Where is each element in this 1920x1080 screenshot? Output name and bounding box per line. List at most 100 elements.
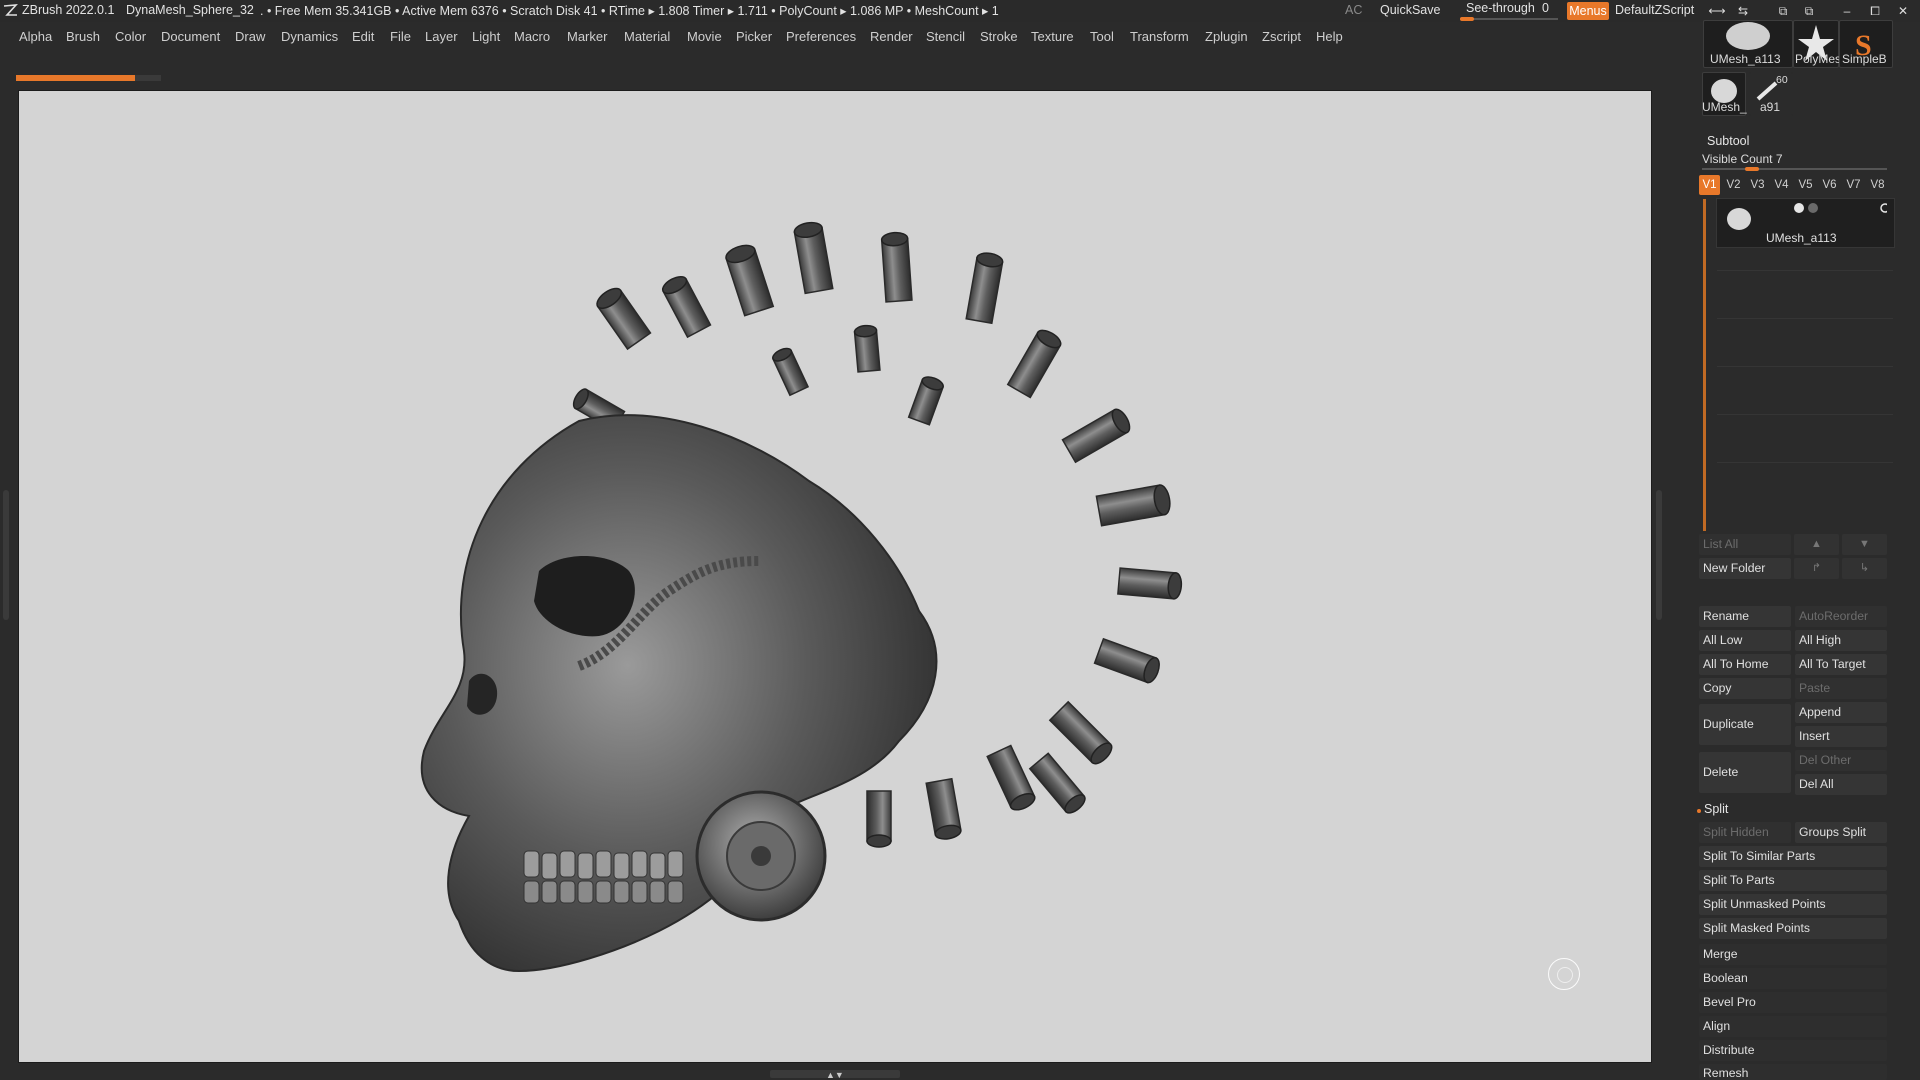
menu-brush[interactable]: Brush [66, 29, 100, 44]
menu-layer[interactable]: Layer [425, 29, 458, 44]
boolean-panel-button[interactable]: Boolean [1699, 968, 1887, 989]
delete-button[interactable]: Delete [1699, 752, 1791, 793]
menu-material[interactable]: Material [624, 29, 670, 44]
menu-edit[interactable]: Edit [352, 29, 374, 44]
tooth [541, 880, 558, 904]
del-all-button[interactable]: Del All [1795, 774, 1887, 795]
layout-icon-1[interactable]: ⟷ [1708, 2, 1726, 20]
tab-v1[interactable]: V1 [1699, 175, 1720, 195]
stats-readout: . • Free Mem 35.341GB • Active Mem 6376 … [260, 4, 999, 18]
gizmo-icon[interactable] [1548, 958, 1580, 990]
all-to-home-button[interactable]: All To Home [1699, 654, 1791, 675]
move-up-icon[interactable]: ▲ [1794, 534, 1839, 555]
left-tray-grip[interactable] [3, 490, 9, 620]
groups-split-button[interactable]: Groups Split [1795, 822, 1887, 843]
menus-toggle-button[interactable]: Menus [1567, 2, 1609, 20]
menu-transform[interactable]: Transform [1130, 29, 1189, 44]
menu-texture[interactable]: Texture [1031, 29, 1074, 44]
append-button[interactable]: Append [1795, 702, 1887, 723]
rename-button[interactable]: Rename [1699, 606, 1791, 627]
list-all-button[interactable]: List All [1699, 534, 1791, 555]
tab-v6[interactable]: V6 [1819, 175, 1840, 195]
paste-button[interactable]: Paste [1795, 678, 1887, 699]
menu-render[interactable]: Render [870, 29, 913, 44]
menu-stroke[interactable]: Stroke [980, 29, 1018, 44]
menu-zplugin[interactable]: Zplugin [1205, 29, 1248, 44]
menu-macro[interactable]: Macro [514, 29, 550, 44]
tab-v8[interactable]: V8 [1867, 175, 1888, 195]
folder-in-icon[interactable]: ↳ [1842, 558, 1887, 579]
seethrough-slider-handle[interactable] [1460, 17, 1474, 21]
duplicate-button[interactable]: Duplicate [1699, 704, 1791, 745]
remesh-panel-button[interactable]: Remesh [1699, 1064, 1887, 1080]
menu-help[interactable]: Help [1316, 29, 1343, 44]
default-zscript-button[interactable]: DefaultZScript [1615, 3, 1694, 17]
bottom-tray-arrow-icon[interactable]: ▲▼ [826, 1070, 844, 1080]
all-to-target-button[interactable]: All To Target [1795, 654, 1887, 675]
quicksave-button[interactable]: QuickSave [1380, 3, 1440, 17]
menu-light[interactable]: Light [472, 29, 500, 44]
menu-color[interactable]: Color [115, 29, 146, 44]
visible-count-slider-handle[interactable] [1745, 167, 1759, 171]
copy-button[interactable]: Copy [1699, 678, 1791, 699]
distribute-panel-button[interactable]: Distribute [1699, 1040, 1887, 1061]
split-hidden-button[interactable]: Split Hidden [1699, 822, 1791, 843]
right-tray-grip[interactable] [1656, 490, 1662, 620]
bolt-cylinder [772, 347, 810, 397]
insert-button[interactable]: Insert [1795, 726, 1887, 747]
new-folder-button[interactable]: New Folder [1699, 558, 1791, 579]
layout-icon-4[interactable]: ⧉ [1800, 2, 1818, 20]
sculpt-model[interactable] [19, 91, 1651, 1062]
ac-toggle[interactable]: AC [1345, 3, 1362, 17]
restore-icon[interactable]: ⧠ [1866, 2, 1884, 20]
menu-marker[interactable]: Marker [567, 29, 607, 44]
menu-zscript[interactable]: Zscript [1262, 29, 1301, 44]
tab-v4[interactable]: V4 [1771, 175, 1792, 195]
seethrough-value: 0 [1542, 1, 1549, 15]
menu-movie[interactable]: Movie [687, 29, 722, 44]
tooth [523, 850, 540, 878]
menu-stencil[interactable]: Stencil [926, 29, 965, 44]
split-to-parts-button[interactable]: Split To Parts [1699, 870, 1887, 891]
close-icon[interactable]: ✕ [1894, 2, 1912, 20]
all-high-button[interactable]: All High [1795, 630, 1887, 651]
folder-out-icon[interactable]: ↱ [1794, 558, 1839, 579]
minimize-icon[interactable]: – [1838, 2, 1856, 20]
tab-v2[interactable]: V2 [1723, 175, 1744, 195]
split-unmasked-button[interactable]: Split Unmasked Points [1699, 894, 1887, 915]
subtool-item-toggles-icon[interactable] [1767, 201, 1887, 215]
tooth [613, 852, 630, 880]
menu-file[interactable]: File [390, 29, 411, 44]
tab-v5[interactable]: V5 [1795, 175, 1816, 195]
subtool-list[interactable] [1703, 199, 1893, 531]
seethrough-slider[interactable] [1460, 18, 1558, 20]
menu-dynamics[interactable]: Dynamics [281, 29, 338, 44]
split-similar-parts-button[interactable]: Split To Similar Parts [1699, 846, 1887, 867]
bevel-pro-panel-button[interactable]: Bevel Pro [1699, 992, 1887, 1013]
align-panel-button[interactable]: Align [1699, 1016, 1887, 1037]
subtool-list-scrollbar[interactable] [1703, 199, 1706, 531]
tab-v3[interactable]: V3 [1747, 175, 1768, 195]
autoreorder-button[interactable]: AutoReorder [1795, 606, 1887, 627]
menu-document[interactable]: Document [161, 29, 220, 44]
subtool-header[interactable]: Subtool [1707, 134, 1749, 148]
visible-count-slider[interactable] [1702, 168, 1887, 170]
tab-v7[interactable]: V7 [1843, 175, 1864, 195]
canvas-viewport[interactable] [19, 91, 1651, 1062]
progress-bar [16, 75, 135, 81]
menu-picker[interactable]: Picker [736, 29, 772, 44]
menu-draw[interactable]: Draw [235, 29, 265, 44]
split-masked-button[interactable]: Split Masked Points [1699, 918, 1887, 939]
del-other-button[interactable]: Del Other [1795, 750, 1887, 771]
all-low-button[interactable]: All Low [1699, 630, 1791, 651]
merge-panel-button[interactable]: Merge [1699, 944, 1887, 965]
menu-alpha[interactable]: Alpha [19, 29, 52, 44]
menu-tool[interactable]: Tool [1090, 29, 1114, 44]
list-divider [1717, 318, 1893, 319]
layout-icon-3[interactable]: ⧉ [1774, 2, 1792, 20]
split-header[interactable]: Split [1704, 802, 1728, 816]
layout-icon-2[interactable]: ⇆ [1734, 2, 1752, 20]
move-down-icon[interactable]: ▼ [1842, 534, 1887, 555]
zbrush-logo-icon [3, 4, 18, 16]
menu-preferences[interactable]: Preferences [786, 29, 856, 44]
